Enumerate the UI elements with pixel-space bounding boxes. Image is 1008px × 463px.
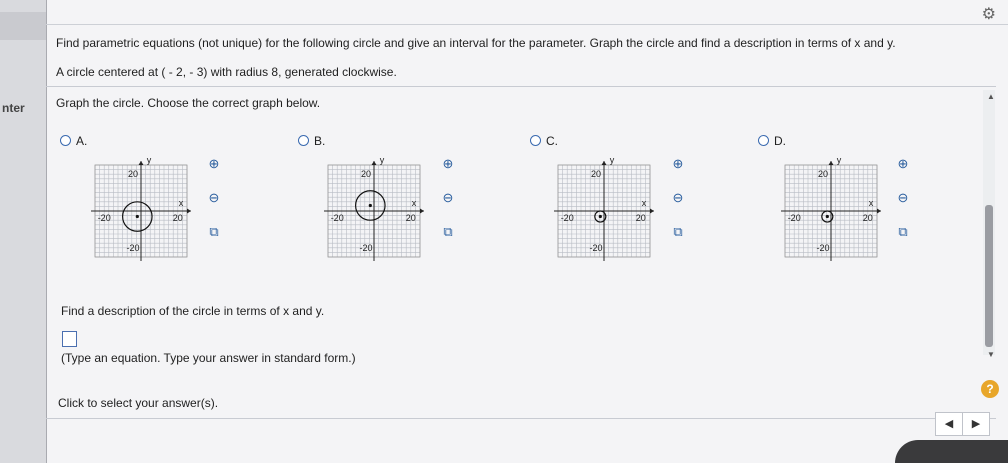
x-tick-label: 20 [636, 213, 646, 223]
scroll-up-icon[interactable]: ▲ [987, 92, 995, 101]
top-divider [46, 24, 1008, 25]
x-axis-arrow [877, 208, 881, 214]
previous-button[interactable]: ◀ [935, 412, 963, 436]
graph-b[interactable]: 20 -20 20 -20 x y [318, 155, 430, 267]
y-tick-label: -20 [126, 243, 139, 253]
option-d[interactable]: D. [758, 134, 786, 148]
popout-icon[interactable]: ⧉ [438, 224, 458, 258]
gear-icon[interactable]: ⚙ [982, 4, 996, 24]
zoom-out-icon[interactable]: ⊖ [204, 190, 224, 224]
y-tick-label: 20 [818, 169, 828, 179]
radio-b[interactable] [298, 135, 309, 146]
x-tick-label: -20 [788, 213, 801, 223]
graph-b-tools: ⊕ ⊖ ⧉ [438, 156, 458, 258]
y-tick-label: -20 [589, 243, 602, 253]
radio-c[interactable] [530, 135, 541, 146]
y-axis-label: y [610, 155, 615, 165]
x-axis-label: x [412, 198, 417, 208]
y-tick-label: -20 [359, 243, 372, 253]
circle-center-point [135, 214, 139, 219]
left-panel-tab[interactable] [0, 12, 46, 40]
popout-icon[interactable]: ⧉ [204, 224, 224, 258]
x-tick-label: 20 [406, 213, 416, 223]
zoom-in-icon[interactable]: ⊕ [668, 156, 688, 190]
section-divider [46, 86, 996, 87]
zoom-out-icon[interactable]: ⊖ [438, 190, 458, 224]
circle-center-point [825, 214, 829, 219]
graph-a-tools: ⊕ ⊖ ⧉ [204, 156, 224, 258]
popout-icon[interactable]: ⧉ [668, 224, 688, 258]
option-c[interactable]: C. [530, 134, 558, 148]
x-axis-label: x [642, 198, 647, 208]
radio-d[interactable] [758, 135, 769, 146]
graph-d-tools: ⊕ ⊖ ⧉ [893, 156, 913, 258]
x-tick-label: -20 [98, 213, 111, 223]
x-axis-arrow [650, 208, 654, 214]
answer-hint: (Type an equation. Type your answer in s… [61, 351, 356, 365]
graph-d[interactable]: 20 -20 20 -20 x y [775, 155, 887, 267]
graph-c[interactable]: 20 -20 20 -20 x y [548, 155, 660, 267]
bottom-divider [46, 418, 996, 419]
graph-prompt: Graph the circle. Choose the correct gra… [56, 96, 321, 110]
zoom-out-icon[interactable]: ⊖ [893, 190, 913, 224]
click-prompt: Click to select your answer(s). [58, 396, 219, 410]
zoom-in-icon[interactable]: ⊕ [438, 156, 458, 190]
x-axis-label: x [179, 198, 184, 208]
zoom-out-icon[interactable]: ⊖ [668, 190, 688, 224]
radio-a[interactable] [60, 135, 71, 146]
left-panel [0, 0, 46, 463]
zoom-in-icon[interactable]: ⊕ [893, 156, 913, 190]
option-b-label: B. [314, 134, 326, 148]
x-tick-label: 20 [863, 213, 873, 223]
y-tick-label: 20 [591, 169, 601, 179]
description-prompt: Find a description of the circle in term… [61, 304, 325, 318]
question-instruction: Find parametric equations (not unique) f… [56, 36, 896, 50]
y-tick-label: 20 [128, 169, 138, 179]
circle-center-point [368, 203, 372, 208]
scrollbar-thumb[interactable] [985, 205, 993, 347]
y-axis-arrow [371, 161, 377, 165]
y-axis-arrow [828, 161, 834, 165]
option-c-label: C. [546, 134, 558, 148]
y-axis-label: y [837, 155, 842, 165]
y-tick-label: -20 [816, 243, 829, 253]
x-axis-arrow [420, 208, 424, 214]
next-button[interactable]: ▶ [962, 412, 990, 436]
question-given: A circle centered at ( - 2, - 3) with ra… [56, 65, 397, 79]
option-a-label: A. [76, 134, 88, 148]
x-tick-label: -20 [561, 213, 574, 223]
scroll-down-icon[interactable]: ▼ [987, 350, 995, 359]
zoom-in-icon[interactable]: ⊕ [204, 156, 224, 190]
y-axis-arrow [138, 161, 144, 165]
y-tick-label: 20 [361, 169, 371, 179]
circle-center-point [598, 214, 602, 219]
help-icon[interactable]: ? [981, 380, 999, 398]
left-panel-text: nter [2, 101, 25, 115]
y-axis-label: y [147, 155, 152, 165]
answer-input[interactable] [62, 331, 77, 347]
x-axis-label: x [869, 198, 874, 208]
x-tick-label: 20 [173, 213, 183, 223]
option-d-label: D. [774, 134, 786, 148]
x-axis-arrow [187, 208, 191, 214]
graph-a[interactable]: 20 -20 20 -20 x y [85, 155, 197, 267]
option-b[interactable]: B. [298, 134, 325, 148]
device-edge [895, 440, 1008, 463]
y-axis-label: y [380, 155, 385, 165]
graph-c-tools: ⊕ ⊖ ⧉ [668, 156, 688, 258]
y-axis-arrow [601, 161, 607, 165]
x-tick-label: -20 [331, 213, 344, 223]
option-a[interactable]: A. [60, 134, 87, 148]
popout-icon[interactable]: ⧉ [893, 224, 913, 258]
